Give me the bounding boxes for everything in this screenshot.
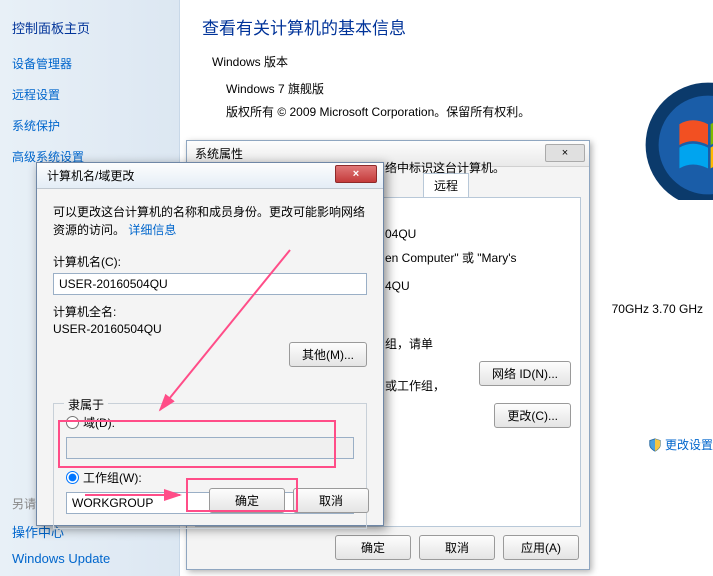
dialog-description: 可以更改这台计算机的名称和成员身份。更改可能影响网络资源的访问。 详细信息 xyxy=(53,203,367,239)
workgroup-radio[interactable] xyxy=(66,471,79,484)
full-name-label: 计算机全名: xyxy=(53,303,367,320)
sysprops-apply-button[interactable]: 应用(A) xyxy=(503,535,579,560)
sysprops-example-fragment: en Computer" 或 "Mary's xyxy=(385,249,517,266)
tab-remote[interactable]: 远程 xyxy=(423,173,469,197)
sysprops-wg1: 组，请单 xyxy=(385,335,433,352)
shield-icon xyxy=(648,438,662,452)
sysprops-wg2: 或工作组， xyxy=(385,377,445,394)
change-settings-link[interactable]: 更改设置 xyxy=(648,436,713,453)
control-panel-home[interactable]: 控制面板主页 xyxy=(12,18,167,37)
edition-section-label: Windows 版本 xyxy=(212,53,699,70)
copyright: 版权所有 © 2009 Microsoft Corporation。保留所有权利… xyxy=(226,103,699,120)
sidebar-link-protection[interactable]: 系统保护 xyxy=(12,117,167,134)
cancel-button[interactable]: 取消 xyxy=(293,488,369,513)
sidebar-link-device-manager[interactable]: 设备管理器 xyxy=(12,55,167,72)
domain-radio-label: 域(D): xyxy=(83,414,115,431)
dialog-close-button[interactable]: × xyxy=(335,165,377,183)
dialog-button-row: 确定 取消 xyxy=(209,488,369,513)
computer-name-input[interactable] xyxy=(53,273,367,295)
sysprops-title-text: 系统属性 xyxy=(195,147,243,161)
dialog-titlebar[interactable]: 计算机名/域更改 × xyxy=(37,163,383,189)
name-domain-change-dialog: 计算机名/域更改 × 可以更改这台计算机的名称和成员身份。更改可能影响网络资源的… xyxy=(36,162,384,526)
sidebar-link-remote[interactable]: 远程设置 xyxy=(12,86,167,103)
domain-input xyxy=(66,437,354,459)
member-of-legend: 隶属于 xyxy=(64,396,108,413)
details-link[interactable]: 详细信息 xyxy=(128,223,176,237)
dialog-title: 计算机名/域更改 xyxy=(37,163,383,189)
sysprops-qu-fragment: 4QU xyxy=(385,279,410,293)
sysprops-id-fragment: 04QU xyxy=(385,227,416,241)
windows-update-link[interactable]: Windows Update xyxy=(12,551,110,566)
page-title: 查看有关计算机的基本信息 xyxy=(202,14,699,39)
workgroup-radio-row: 工作组(W): xyxy=(66,469,354,486)
domain-radio-row: 域(D): xyxy=(66,414,354,431)
sysprops-desc-fragment: 络中标识这台计算机。 xyxy=(385,159,505,176)
sysprops-cancel-button[interactable]: 取消 xyxy=(419,535,495,560)
windows-logo-icon xyxy=(643,80,713,200)
computer-name-label: 计算机名(C): xyxy=(53,253,367,270)
domain-radio[interactable] xyxy=(66,416,79,429)
change-button[interactable]: 更改(C)... xyxy=(494,403,571,428)
other-button[interactable]: 其他(M)... xyxy=(289,342,367,367)
windows-edition: Windows 7 旗舰版 xyxy=(226,80,699,97)
dialog-body: 可以更改这台计算机的名称和成员身份。更改可能影响网络资源的访问。 详细信息 计算… xyxy=(37,189,383,543)
sysprops-close-button[interactable]: × xyxy=(545,144,585,162)
network-id-button[interactable]: 网络 ID(N)... xyxy=(479,361,571,386)
workgroup-radio-label: 工作组(W): xyxy=(83,469,142,486)
full-name-value: USER-20160504QU xyxy=(53,322,367,336)
ok-button[interactable]: 确定 xyxy=(209,488,285,513)
dialog-desc-text: 可以更改这台计算机的名称和成员身份。更改可能影响网络资源的访问。 xyxy=(53,205,365,237)
cpu-info: 70GHz 3.70 GHz xyxy=(612,302,703,316)
change-settings-label: 更改设置 xyxy=(665,436,713,453)
